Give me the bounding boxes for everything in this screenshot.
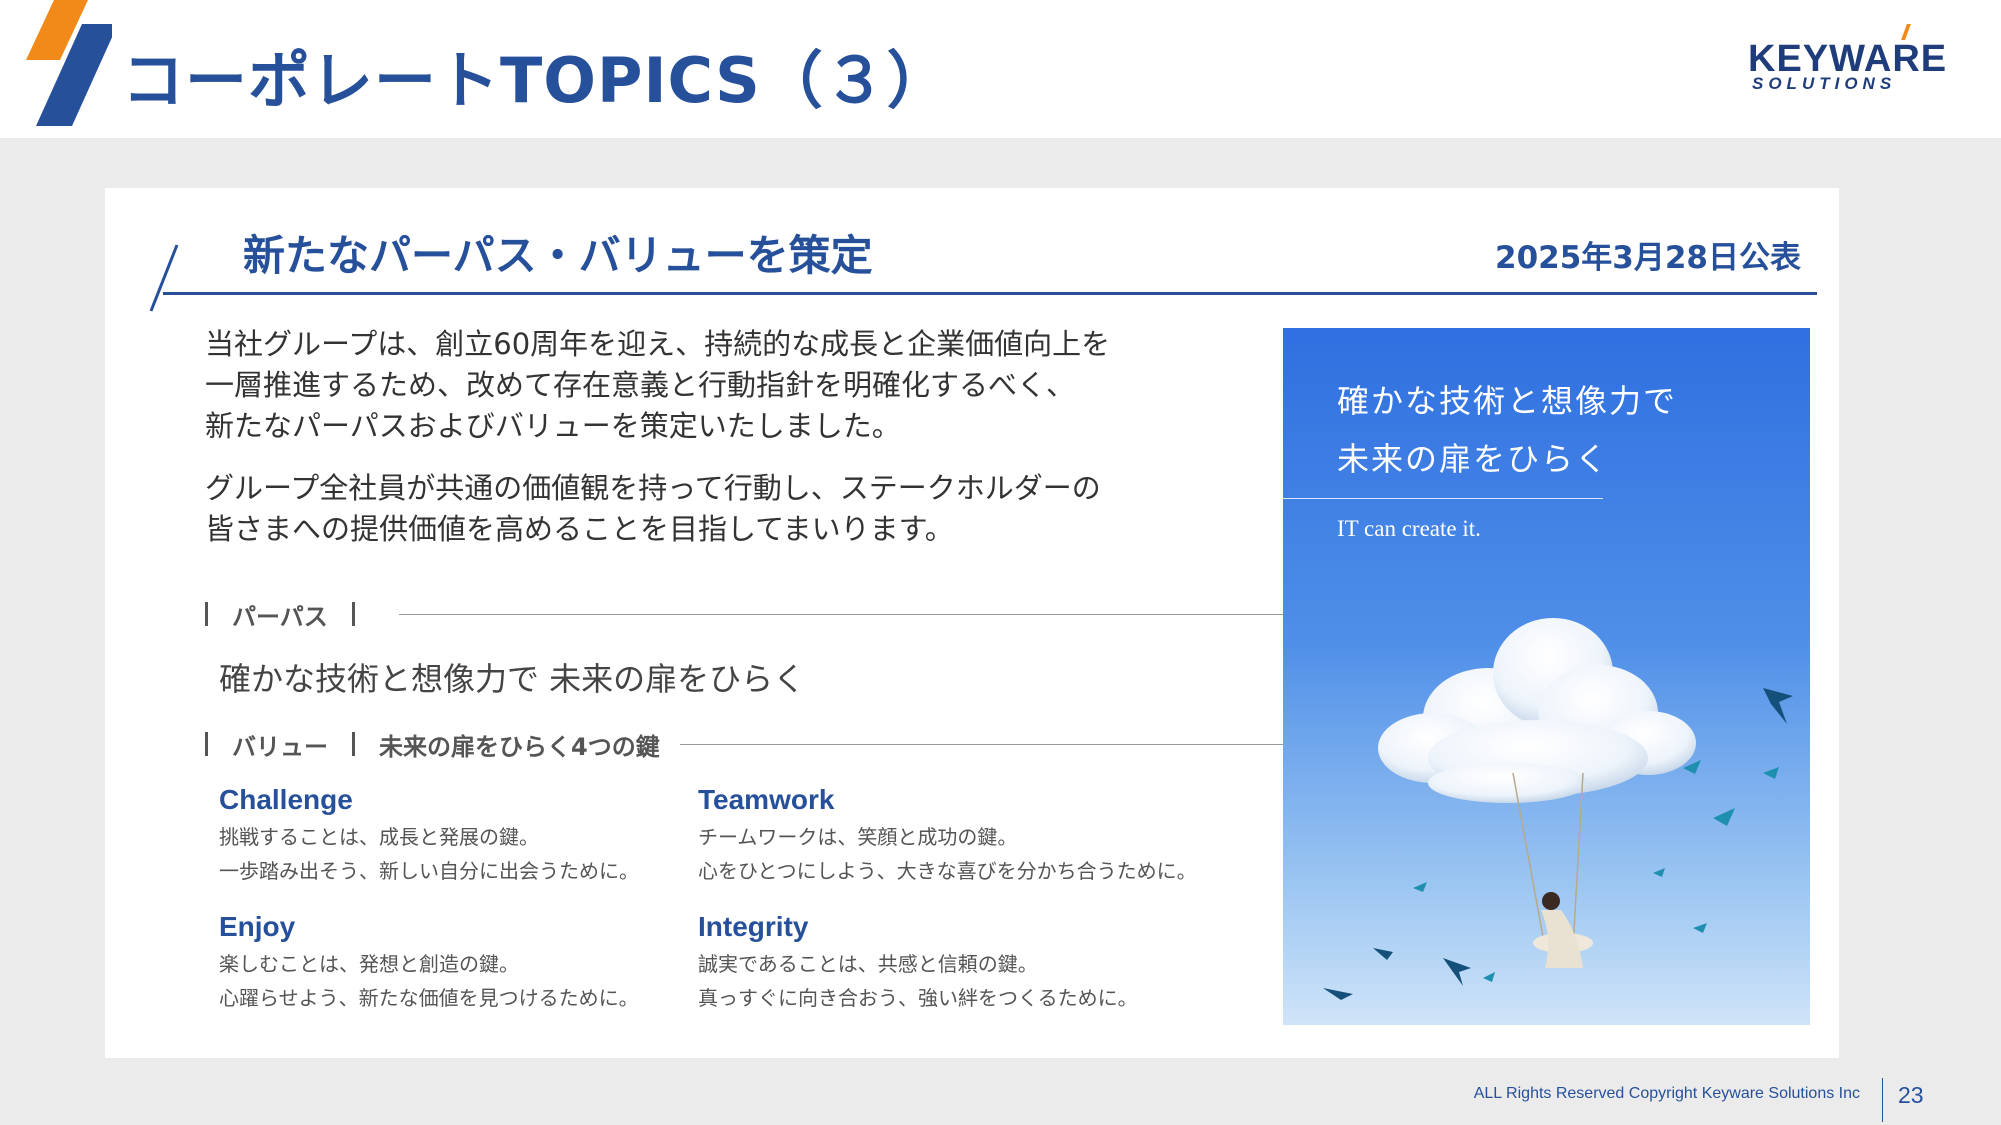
values-heading-label: バリュー: [232, 732, 328, 761]
purpose-heading: パーパス: [201, 596, 1331, 632]
value-description: チームワークは、笑顔と成功の鍵。: [698, 825, 1018, 849]
copyright-notice: ALL Rights Reserved Copyright Keyware So…: [1473, 1085, 1860, 1102]
intro-line: 新たなパーパスおよびバリューを策定いたしました。: [205, 409, 901, 443]
intro-line: 当社グループは、創立60周年を迎え、持続的な成長と企業価値向上を: [205, 327, 1111, 361]
value-name: Integrity: [698, 911, 809, 942]
visual-tagline: IT can create it.: [1337, 516, 1481, 541]
value-integrity: Integrity 誠実であることは、共感と信頼の鍵。 真っすぐに向き合おう、強…: [698, 907, 1218, 1015]
value-description: 心をひとつにしよう、大きな喜びを分かち合うために。: [698, 859, 1197, 883]
value-challenge: Challenge 挑戦することは、成長と発展の鍵。 一歩踏み出そう、新しい自分…: [219, 780, 739, 888]
value-name: Enjoy: [219, 911, 296, 942]
value-description: 誠実であることは、共感と信頼の鍵。: [698, 952, 1038, 976]
section-divider: [163, 292, 1817, 295]
value-description: 一歩踏み出そう、新しい自分に出会うために。: [219, 859, 639, 883]
values-heading: バリュー 未来の扉をひらく4つの鍵: [201, 726, 1331, 762]
title-slash-icon: [26, 0, 112, 126]
announcement-date: 2025年3月28日公表: [1495, 240, 1801, 276]
visual-divider: [1283, 498, 1603, 499]
value-teamwork: Teamwork チームワークは、笑顔と成功の鍵。 心をひとつにしよう、大きな喜…: [698, 780, 1218, 888]
page-title: コーポレートTOPICS（３）: [122, 44, 950, 117]
value-name: Challenge: [219, 784, 353, 815]
heading-bar: [205, 602, 208, 626]
value-description: 楽しむことは、発想と創造の鍵。: [219, 952, 519, 976]
values-subheading: 未来の扉をひらく4つの鍵: [379, 732, 660, 761]
heading-rule: [398, 613, 1331, 615]
purpose-heading-label: パーパス: [232, 602, 328, 631]
page-number: 23: [1898, 1082, 1924, 1108]
value-enjoy: Enjoy 楽しむことは、発想と創造の鍵。 心躍らせよう、新たな価値を見つけるた…: [219, 907, 739, 1015]
value-description: 真っすぐに向き合おう、強い絆をつくるために。: [698, 986, 1138, 1010]
intro-paragraph-1: 当社グループは、創立60周年を迎え、持続的な成長と企業価値向上を 一層推進するた…: [205, 324, 1265, 447]
visual-headline-1: 確かな技術と想像力で: [1337, 382, 1678, 420]
heading-rule: [679, 743, 1331, 745]
value-name: Teamwork: [698, 784, 835, 815]
value-description: 心躍らせよう、新たな価値を見つけるために。: [219, 986, 639, 1010]
company-logo: KEYWARE SOLUTIONS: [1748, 22, 1958, 98]
section-slash-icon: [149, 244, 179, 312]
heading-bar: [205, 732, 208, 756]
intro-line: 皆さまへの提供価値を高めることを目指してまいります。: [205, 512, 954, 546]
value-description: 挑戦することは、成長と発展の鍵。: [219, 825, 539, 849]
footer-divider: [1882, 1078, 1883, 1122]
heading-bar: [351, 602, 355, 626]
purpose-statement: 確かな技術と想像力で 未来の扉をひらく: [219, 660, 806, 698]
content-card: 新たなパーパス・バリューを策定 2025年3月28日公表 当社グループは、創立6…: [105, 188, 1839, 1058]
slide-header: コーポレートTOPICS（３） KEYWARE SOLUTIONS: [0, 0, 2001, 138]
heading-bar: [352, 732, 355, 756]
intro-line: 一層推進するため、改めて存在意義と行動指針を明確化するべく、: [205, 368, 1076, 402]
intro-line: グループ全社員が共通の価値観を持って行動し、ステークホルダーの: [205, 471, 1101, 505]
brand-visual-image: 確かな技術と想像力で 未来の扉をひらく IT can create it.: [1283, 328, 1810, 1025]
sky-cloud-illustration: [1283, 328, 1810, 1025]
visual-headline-2: 未来の扉をひらく: [1337, 440, 1610, 478]
section-title: 新たなパーパス・バリューを策定: [243, 231, 873, 280]
intro-paragraph-2: グループ全社員が共通の価値観を持って行動し、ステークホルダーの 皆さまへの提供価…: [205, 468, 1265, 550]
logo-subtext: SOLUTIONS: [1752, 74, 1897, 93]
